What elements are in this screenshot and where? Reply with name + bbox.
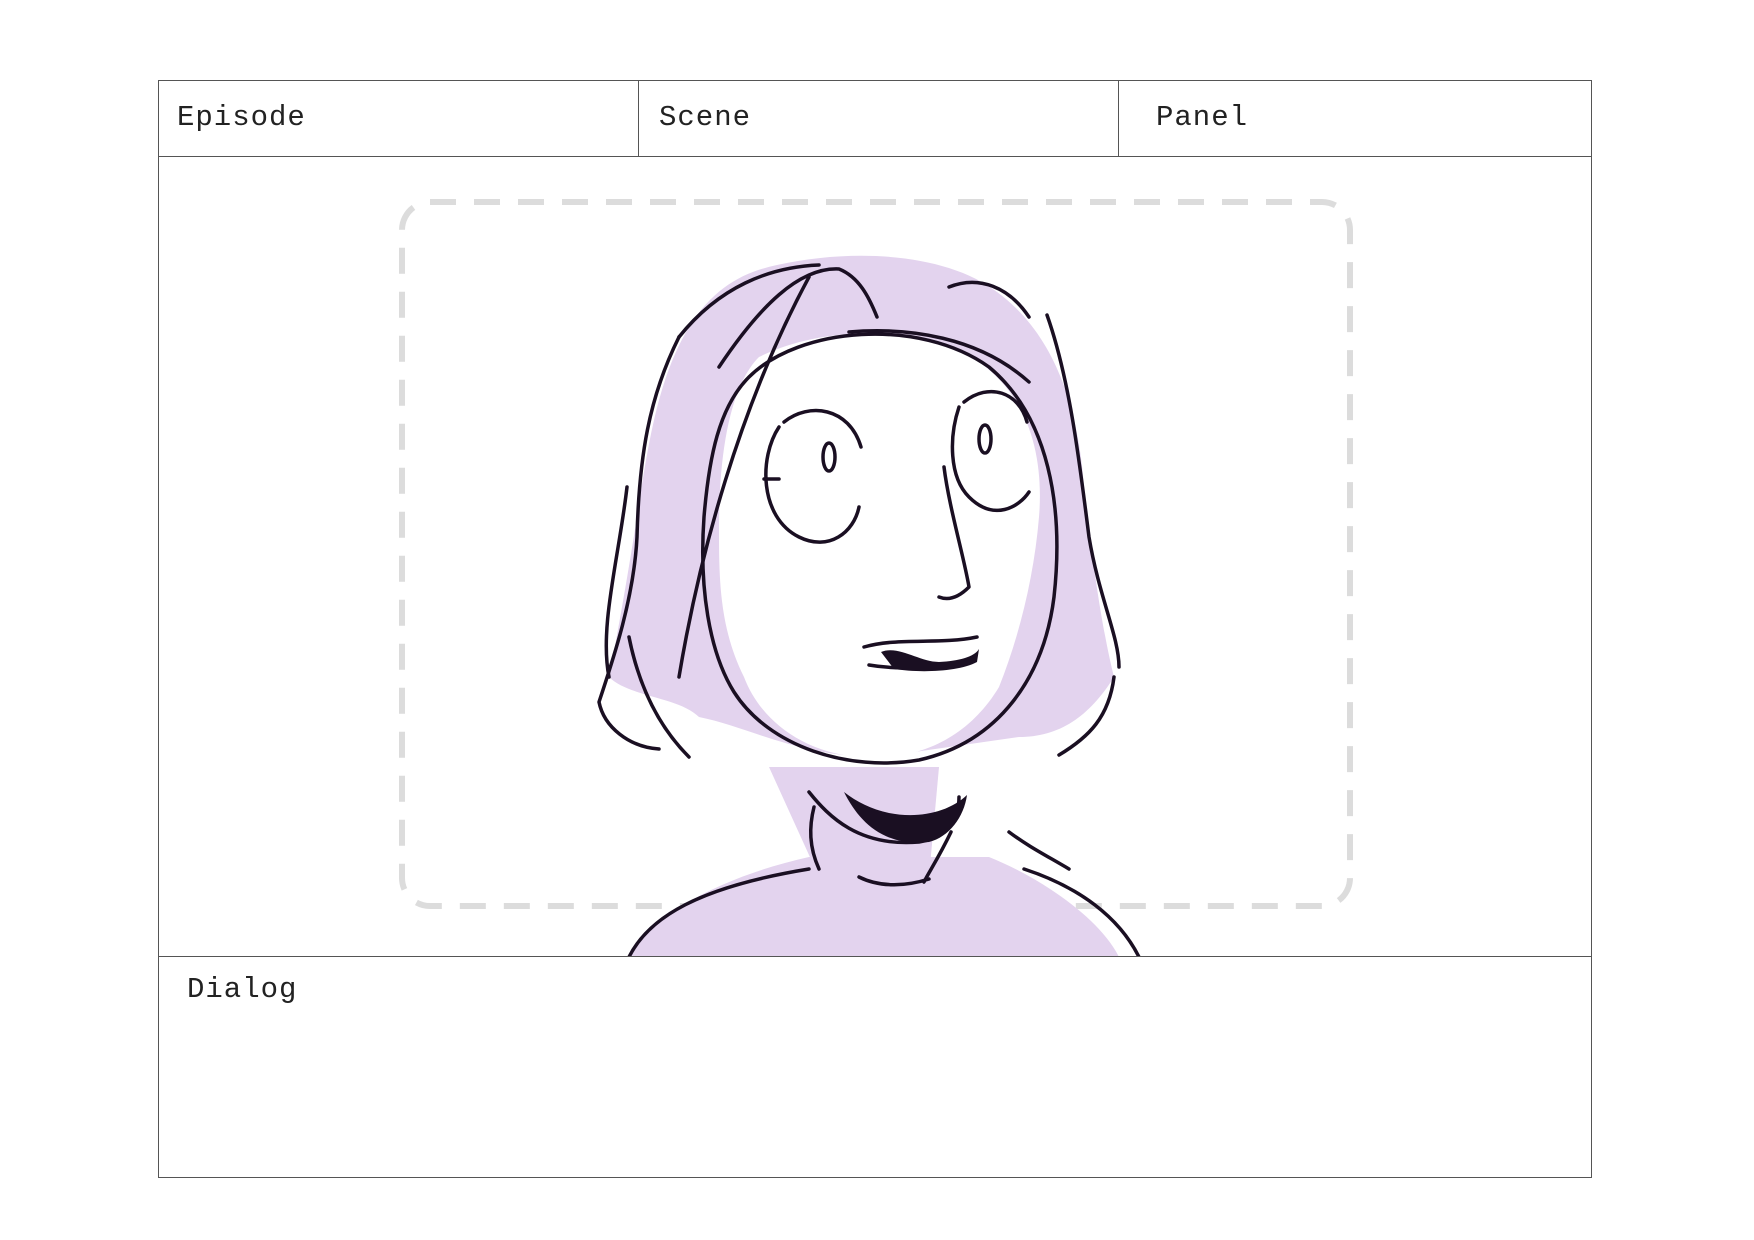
dialog-area: Dialog [159, 957, 1591, 1179]
dialog-label: Dialog [187, 973, 298, 1006]
panel-label: Panel [1156, 101, 1249, 134]
storyboard-sheet: Episode Scene Panel Dialog [158, 80, 1592, 1178]
scene-cell: Scene [639, 81, 1119, 156]
panel-cell: Panel [1119, 81, 1592, 156]
scene-label: Scene [659, 101, 752, 134]
episode-label: Episode [177, 101, 306, 134]
neck-right-outer [1007, 830, 1071, 871]
header-row: Episode Scene Panel [159, 81, 1591, 157]
episode-cell: Episode [159, 81, 639, 156]
sketch-drawing [399, 199, 1353, 956]
panel-frame [159, 157, 1591, 957]
face-fill [719, 333, 1040, 758]
character-sketch [597, 255, 1141, 956]
